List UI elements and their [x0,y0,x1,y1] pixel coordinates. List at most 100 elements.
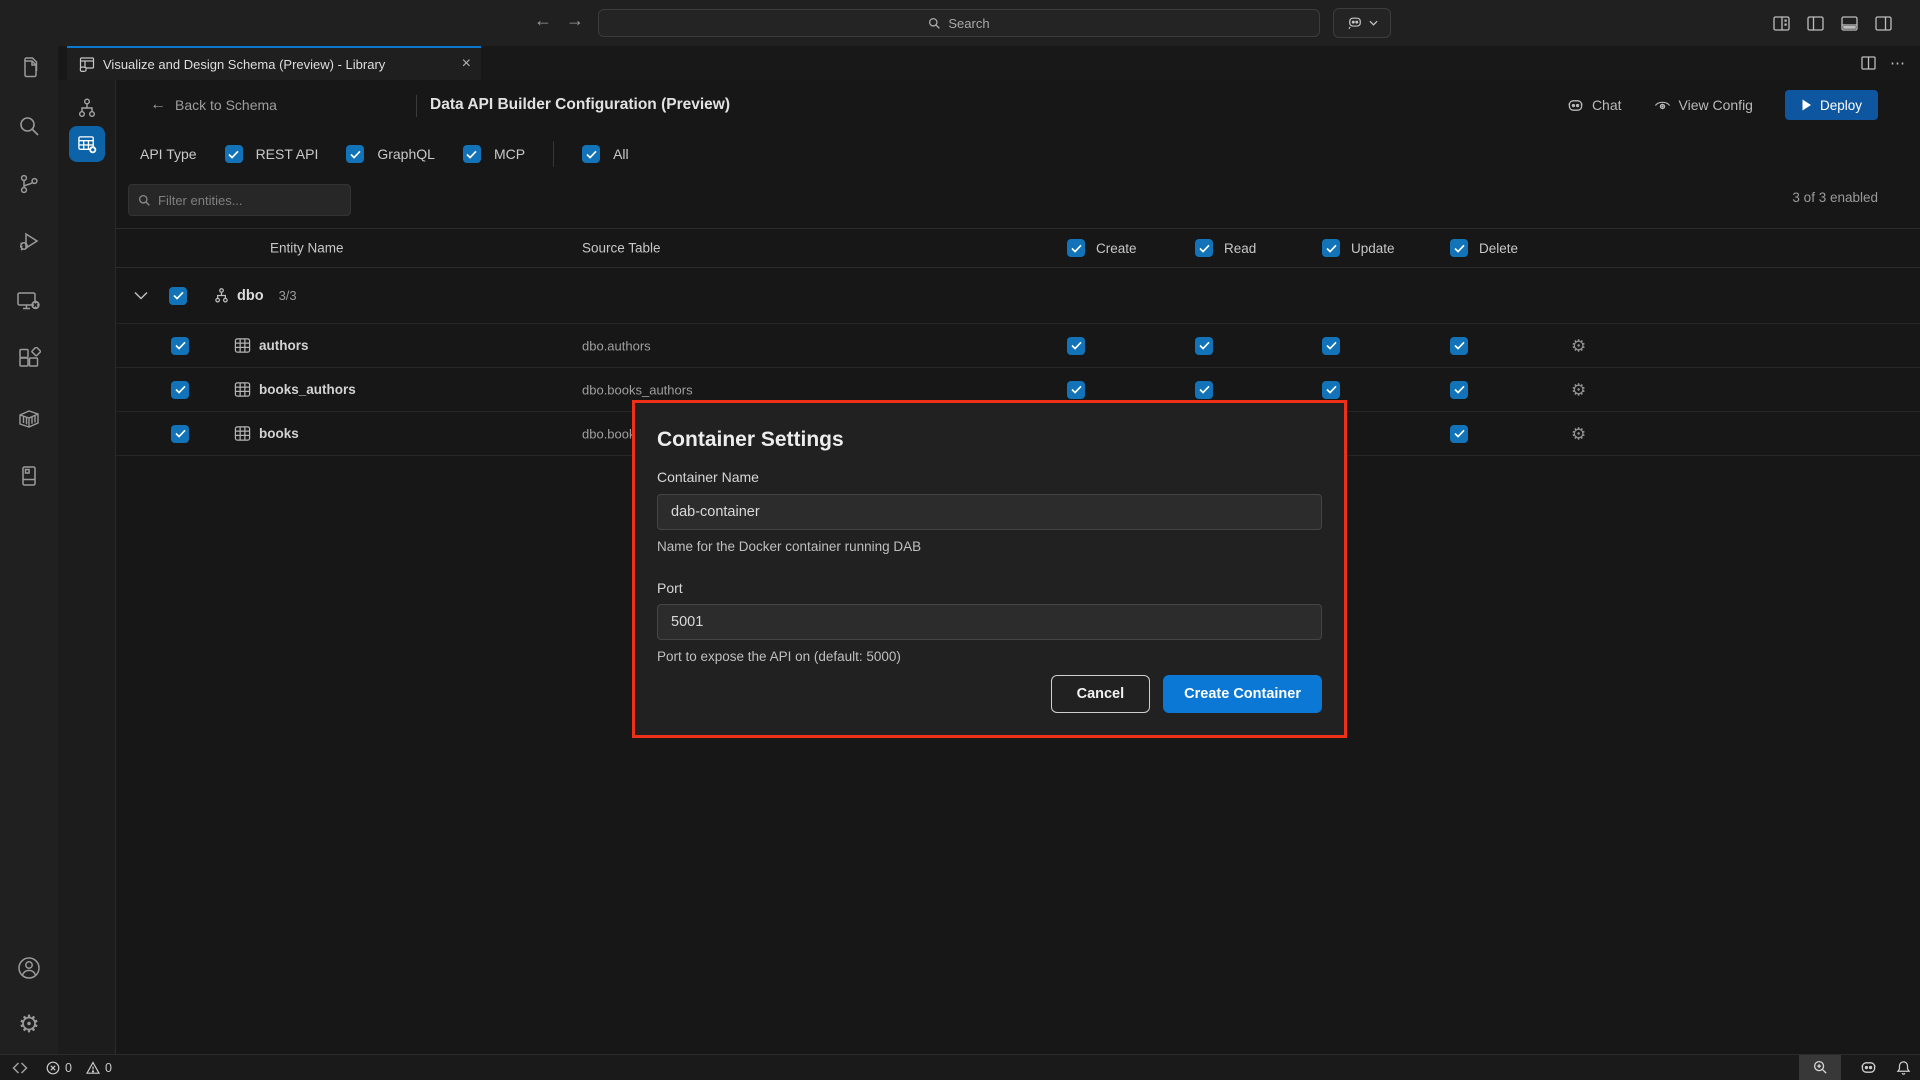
divider [553,141,554,167]
dialog-title: Container Settings [657,428,1322,452]
source-table-header: Source Table [582,241,661,256]
rest-api-checkbox[interactable] [225,145,243,163]
tab-bar: Visualize and Design Schema (Preview) - … [58,46,1920,80]
database-projects-icon[interactable] [17,464,41,488]
remote-explorer-icon[interactable] [16,289,42,313]
notifications-bell-icon[interactable] [1896,1060,1911,1076]
copilot-menu-button[interactable] [1333,8,1391,38]
read-checkbox[interactable] [1195,337,1213,355]
table-icon [234,425,251,442]
back-to-schema-link[interactable]: ← Back to Schema [150,96,277,114]
deploy-button[interactable]: Deploy [1785,90,1878,120]
read-checkbox[interactable] [1195,381,1213,399]
read-header: Read [1224,241,1256,256]
copilot-icon [1567,98,1584,113]
search-sidebar-icon[interactable] [17,114,41,138]
tab-visualize-design-schema[interactable]: Visualize and Design Schema (Preview) - … [67,46,481,80]
schema-view-icon[interactable] [76,97,98,119]
table-icon [234,381,251,398]
mcp-option: MCP [463,145,525,163]
view-config-button[interactable]: View Config [1654,97,1753,113]
problems-indicator[interactable]: 0 0 [46,1061,112,1075]
copilot-status-icon[interactable] [1860,1060,1877,1075]
toggle-secondary-sidebar-icon[interactable] [1875,16,1892,31]
source-control-icon[interactable] [17,172,41,196]
split-editor-icon[interactable] [1861,56,1876,70]
extensions-icon[interactable] [17,347,41,371]
container-name-input[interactable] [657,494,1322,530]
rest-api-option: REST API [225,145,319,163]
delete-header: Delete [1479,241,1518,256]
cancel-button[interactable]: Cancel [1051,675,1151,713]
read-all-checkbox[interactable] [1195,239,1213,257]
delete-checkbox[interactable] [1450,337,1468,355]
remote-indicator-icon[interactable] [12,1061,28,1075]
entity-name: authors [259,338,309,353]
all-checkbox[interactable] [582,145,600,163]
nav-back-icon[interactable]: ← [534,10,552,31]
toggle-primary-sidebar-icon[interactable] [1807,16,1824,31]
settings-gear-icon[interactable]: ⚙ [18,1013,40,1037]
arrow-left-icon: ← [150,96,166,114]
copilot-chat-icon [1347,16,1363,30]
search-icon [138,194,151,207]
row-settings-gear-icon[interactable]: ⚙ [1571,337,1586,354]
chevron-down-icon[interactable] [134,291,148,300]
schema-group-row: dbo 3/3 [116,268,1920,324]
mcp-checkbox[interactable] [463,145,481,163]
table-row-authors: authors dbo.authors ⚙ [116,324,1920,368]
explorer-icon[interactable] [17,56,41,80]
status-bar: 0 0 [0,1054,1920,1080]
create-container-button[interactable]: Create Container [1163,675,1322,713]
enabled-summary: 3 of 3 enabled [1792,190,1878,205]
port-input[interactable] [657,604,1322,640]
toggle-panel-icon[interactable] [1841,16,1858,31]
filter-entities-input[interactable] [158,193,341,208]
more-actions-icon[interactable]: ⋯ [1890,54,1906,72]
create-checkbox[interactable] [1067,381,1085,399]
row-settings-gear-icon[interactable]: ⚙ [1571,425,1586,442]
row-settings-gear-icon[interactable]: ⚙ [1571,381,1586,398]
graphql-option: GraphQL [346,145,435,163]
zoom-status-button[interactable] [1799,1055,1841,1080]
update-checkbox[interactable] [1322,337,1340,355]
graphql-checkbox[interactable] [346,145,364,163]
row-checkbox[interactable] [171,425,189,443]
api-type-label: API Type [140,146,197,162]
eye-icon [1654,98,1671,113]
chat-button[interactable]: Chat [1567,97,1622,113]
designer-view-strip [58,80,116,1054]
all-option: All [582,145,629,163]
update-checkbox[interactable] [1322,381,1340,399]
container-name-help: Name for the Docker container running DA… [657,539,1322,554]
search-placeholder: Search [948,16,989,31]
container-tools-icon[interactable] [16,406,42,430]
filter-entities-box [128,184,351,216]
group-checkbox[interactable] [169,287,187,305]
create-all-checkbox[interactable] [1067,239,1085,257]
run-debug-icon[interactable] [17,230,41,254]
play-icon [1801,99,1812,111]
source-table: dbo.books_authors [582,382,693,397]
delete-checkbox[interactable] [1450,425,1468,443]
accounts-icon[interactable] [16,955,42,981]
row-checkbox[interactable] [171,381,189,399]
create-checkbox[interactable] [1067,337,1085,355]
source-table: dbo.authors [582,338,651,353]
row-checkbox[interactable] [171,337,189,355]
schema-icon [213,287,230,304]
tab-close-icon[interactable]: × [462,56,471,72]
command-center-search[interactable]: Search [598,9,1320,37]
error-icon [46,1061,60,1075]
nav-forward-icon[interactable]: → [566,10,584,31]
delete-all-checkbox[interactable] [1450,239,1468,257]
update-all-checkbox[interactable] [1322,239,1340,257]
entity-name: books_authors [259,382,356,397]
schema-designer-tab-icon [79,56,95,72]
entity-name-header: Entity Name [270,241,344,256]
customize-layout-icon[interactable] [1773,16,1790,31]
entity-name: books [259,426,299,441]
container-settings-dialog: Container Settings Container Name Name f… [632,400,1347,738]
delete-checkbox[interactable] [1450,381,1468,399]
table-config-view-button[interactable] [69,126,105,162]
